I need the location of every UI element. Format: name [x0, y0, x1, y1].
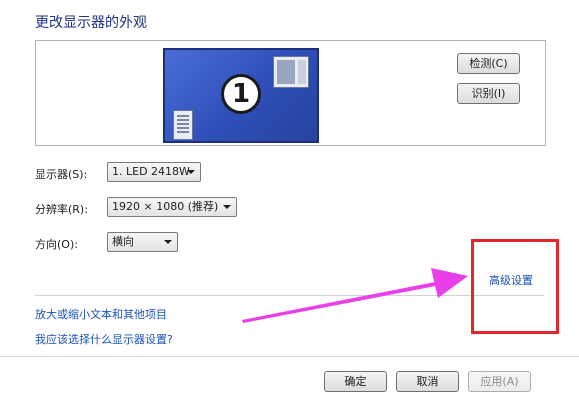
annotation-arrow-icon	[242, 268, 468, 323]
annotation-arrow-head	[431, 268, 468, 298]
annotation-arrow-shaft	[242, 281, 441, 323]
